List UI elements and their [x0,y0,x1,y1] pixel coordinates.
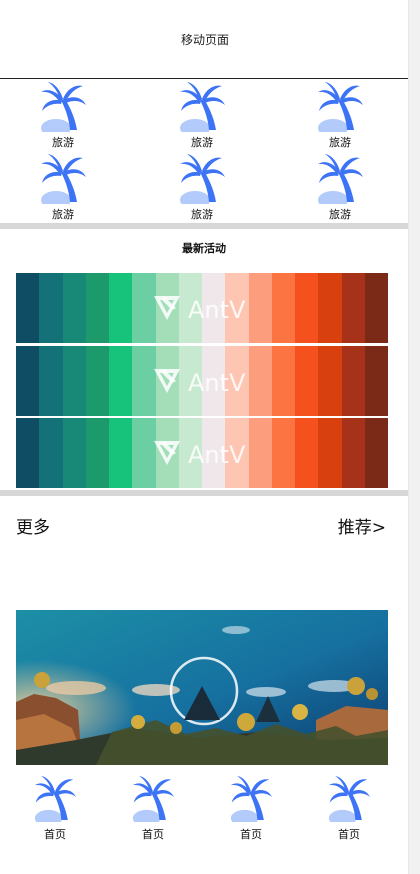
grid-item-travel[interactable]: 旅游 [162,152,242,222]
section-divider [0,223,408,229]
nav-item-home[interactable]: 首页 [319,774,379,846]
grid-item-travel[interactable]: 旅游 [23,152,103,222]
grid-item-label: 旅游 [191,136,213,149]
nav-item-home[interactable]: 首页 [123,774,183,846]
palm-tree-icon [39,152,87,204]
nav-item-label: 首页 [338,828,360,841]
antv-logo: AntV [16,346,388,416]
palm-tree-icon [33,774,77,822]
grid-item-travel[interactable]: 旅游 [300,80,380,150]
palm-tree-icon [327,774,371,822]
grid-item-travel[interactable]: 旅游 [162,80,242,150]
grid-item-label: 旅游 [329,136,351,149]
antv-logo: AntV [16,418,388,488]
svg-text:AntV: AntV [188,296,246,324]
grid-item-label: 旅游 [52,136,74,149]
palm-tree-icon [131,774,175,822]
section-divider [0,490,408,496]
palm-tree-icon [178,80,226,132]
mobile-page: 移动页面 旅游 旅游 旅游 旅游 旅游 旅游 最新活动 AntV AntV An… [0,0,410,874]
grid-item-label: 旅游 [52,208,74,221]
bottom-nav: 首页 首页 首页 首页 [0,774,408,846]
palm-tree-icon [316,152,364,204]
antv-logo: AntV [16,273,388,343]
palm-tree-icon [316,80,364,132]
recommend-link[interactable]: 推荐> [338,513,386,538]
grid-item-label: 旅游 [191,208,213,221]
icon-grid: 旅游 旅游 旅游 旅游 旅游 旅游 [0,80,408,223]
activity-banner[interactable]: AntV [16,418,388,488]
palm-tree-icon [229,774,273,822]
palm-tree-icon [178,152,226,204]
grid-item-travel[interactable]: 旅游 [300,152,380,222]
scrollbar-track[interactable] [408,0,420,874]
grid-item-label: 旅游 [329,208,351,221]
section-title: 最新活动 [182,242,226,255]
nav-item-label: 首页 [44,828,66,841]
nav-item-home[interactable]: 首页 [25,774,85,846]
nav-item-home[interactable]: 首页 [221,774,281,846]
nav-item-label: 首页 [240,828,262,841]
svg-text:AntV: AntV [188,441,246,469]
activity-banner[interactable]: AntV [16,273,388,343]
grid-item-travel[interactable]: 旅游 [23,80,103,150]
page-title: 移动页面 [180,32,229,47]
palm-tree-icon [39,80,87,132]
nav-item-label: 首页 [142,828,164,841]
landscape-image [16,610,388,765]
activity-banner[interactable]: AntV [16,346,388,416]
more-label: 更多 [16,518,50,538]
page-header: 移动页面 [0,0,410,79]
svg-text:AntV: AntV [188,369,246,397]
